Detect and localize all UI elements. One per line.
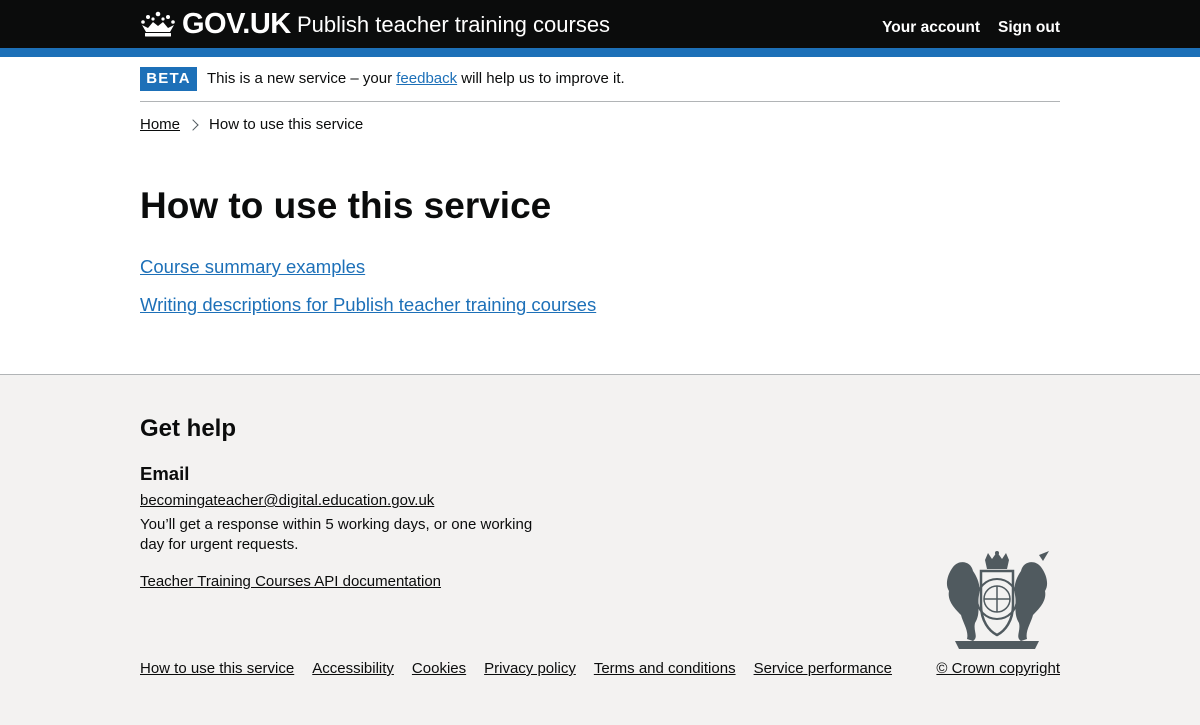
service-name-link[interactable]: Publish teacher training courses	[297, 10, 610, 40]
email-heading: Email	[140, 463, 190, 484]
site-footer: Get help Email becomingateacher@digital.…	[0, 374, 1200, 725]
breadcrumb-home-link[interactable]: Home	[140, 115, 180, 135]
your-account-link[interactable]: Your account	[882, 17, 980, 39]
logo-text: GOV.UK	[182, 8, 291, 40]
footer-link-accessibility[interactable]: Accessibility	[312, 659, 394, 679]
course-summary-examples-link[interactable]: Course summary examples	[140, 256, 365, 277]
footer-link-cookies[interactable]: Cookies	[412, 659, 466, 679]
footer-links: How to use this service Accessibility Co…	[140, 659, 892, 679]
phase-banner-text: This is a new service – your feedback wi…	[207, 69, 625, 89]
support-email-link[interactable]: becomingateacher@digital.education.gov.u…	[140, 491, 434, 511]
response-time-note: You’ll get a response within 5 working d…	[140, 516, 533, 553]
phase-banner: BETA This is a new service – your feedba…	[140, 67, 1060, 102]
chevron-right-icon	[187, 119, 199, 131]
footer-link-terms-and-conditions[interactable]: Terms and conditions	[594, 659, 736, 679]
phase-text-before: This is a new service – your	[207, 70, 397, 87]
breadcrumb: Home How to use this service	[140, 115, 363, 135]
api-documentation-link[interactable]: Teacher Training Courses API documentati…	[140, 572, 441, 592]
header-navigation: Your account Sign out	[882, 17, 1060, 39]
govuk-logo-link[interactable]: GOV.UK	[140, 8, 291, 40]
footer-link-service-performance[interactable]: Service performance	[754, 659, 892, 679]
page-title: How to use this service	[140, 185, 552, 226]
phase-text-after: will help us to improve it.	[457, 70, 625, 87]
breadcrumb-current: How to use this service	[209, 116, 364, 133]
crown-icon	[141, 11, 175, 37]
royal-coat-of-arms-icon	[946, 551, 1049, 649]
footer-link-how-to-use[interactable]: How to use this service	[140, 659, 294, 679]
writing-descriptions-link[interactable]: Writing descriptions for Publish teacher…	[140, 294, 596, 315]
guidance-link-list: Course summary examples Writing descript…	[140, 256, 596, 332]
feedback-link[interactable]: feedback	[396, 70, 457, 87]
get-help-heading: Get help	[140, 415, 237, 442]
sign-out-link[interactable]: Sign out	[998, 17, 1060, 39]
site-header: GOV.UK Publish teacher training courses …	[0, 0, 1200, 48]
list-item: Course summary examples	[140, 256, 596, 278]
list-item: Writing descriptions for Publish teacher…	[140, 294, 596, 316]
beta-tag: BETA	[140, 67, 197, 91]
footer-link-privacy-policy[interactable]: Privacy policy	[484, 659, 576, 679]
crown-copyright-link[interactable]: © Crown copyright	[936, 659, 1060, 679]
header-accent-bar	[0, 48, 1200, 57]
